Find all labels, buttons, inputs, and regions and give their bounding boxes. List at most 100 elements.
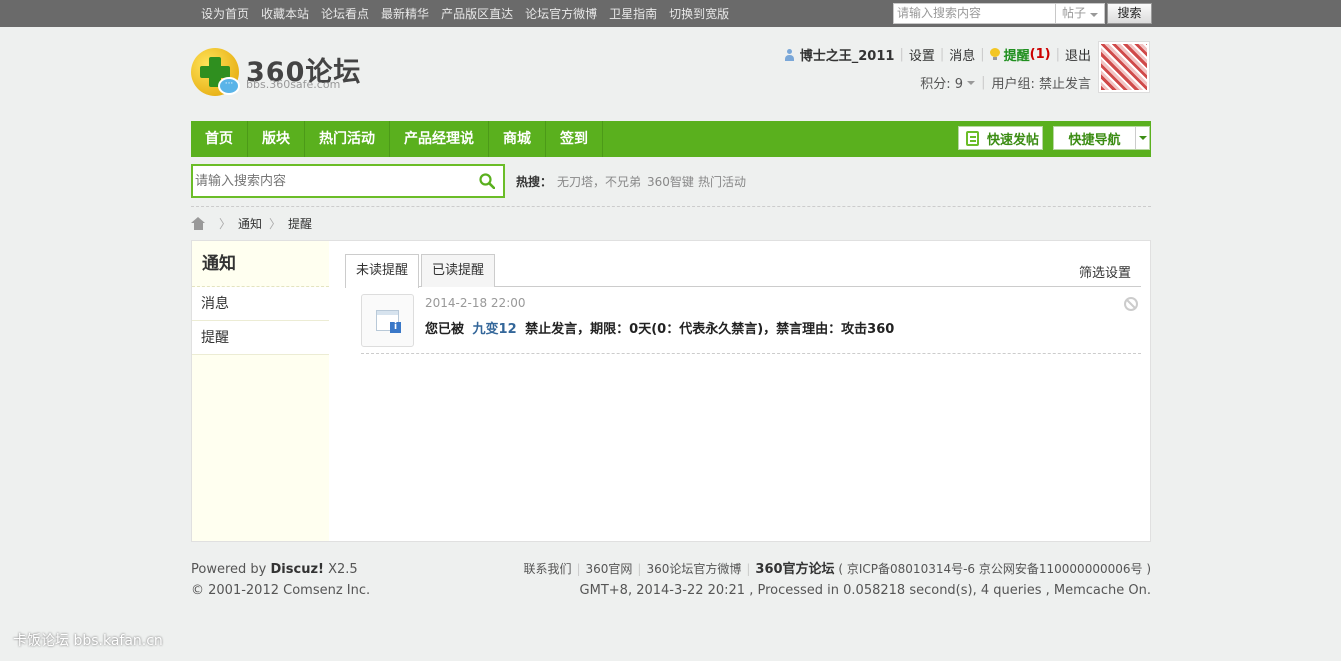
discuz-link[interactable]: Discuz! [271,562,324,577]
remind-link[interactable]: 提醒 [1004,45,1030,64]
search-icon[interactable] [479,173,495,189]
tab-read[interactable]: 已读提醒 [421,254,496,287]
footer-right: 联系我们 | 360官网 | 360论坛官方微博 | 360官方论坛 ( 京ICP备0801… [523,559,1151,601]
filter-settings-link[interactable]: 筛选设置 [1079,262,1131,281]
top-search-input[interactable]: 请输入搜索内容 [893,3,1056,24]
footer-link-contact[interactable]: 联系我们 [523,562,571,576]
home-icon[interactable] [191,217,206,230]
notification-body: 禁止发言，期限：0天(0：代表永久禁言)，禁言理由：攻击360 [525,322,895,337]
footer-link-360-site[interactable]: 360官网 [586,562,633,576]
system-notice-icon [361,294,414,347]
separator: | [939,47,945,62]
nav-item-forums[interactable]: 版块 [248,121,305,157]
notification-item: 2014-2-18 22:00 您已被 九变12 禁止发言，期限：0天(0：代表… [361,294,1141,354]
chevron-right-icon: 〉 [219,217,232,231]
settings-link[interactable]: 设置 [909,45,935,64]
sidebar: 通知 消息 提醒 [192,241,329,541]
breadcrumb-item-notice[interactable]: 通知 [238,215,262,232]
top-search-scope-label: 帖子 [1061,6,1086,20]
divider [191,206,1151,207]
quick-nav-label: 快捷导航 [1068,132,1121,148]
top-bar: 设为首页 收藏本站 论坛看点 最新精华 产品版区直达 论坛官方微博 卫星指南 切… [0,0,1341,27]
top-search: 请输入搜索内容 帖子 搜索 [893,3,1152,24]
top-link-highlights[interactable]: 论坛看点 [321,5,369,22]
quick-nav-button[interactable]: 快捷导航 [1053,126,1150,150]
copyright: © 2001-2012 Comsenz Inc. [191,583,371,598]
separator: | [576,562,581,576]
nav-item-checkin[interactable]: 签到 [546,121,603,157]
top-link-bookmark[interactable]: 收藏本站 [261,5,309,22]
separator: | [1055,47,1060,62]
separator: | [637,562,642,576]
user-group-label: 用户组: 禁止发言 [991,77,1091,92]
search-box [191,164,505,198]
remind-count: (1) [1029,47,1051,62]
ignore-icon[interactable] [1124,297,1138,311]
messages-link[interactable]: 消息 [949,45,975,64]
hot-search: 热搜： 无刀塔，不兄弟 360智键 热门活动 [516,173,748,190]
footer-stats: GMT+8, 2014-3-22 20:21 , Processed in 0.… [579,583,1151,598]
breadcrumb: 〉 通知 〉 提醒 [191,215,312,232]
quick-post-label: 快速发帖 [987,132,1040,148]
footer-icp[interactable]: ( 京ICP备08010314号-6 京公网安备110000000006号 ) [838,562,1151,576]
avatar-image [1101,44,1147,90]
sidebar-title: 通知 [192,241,329,287]
footer-link-weibo[interactable]: 360论坛官方微博 [646,562,741,576]
top-link-set-homepage[interactable]: 设为首页 [201,5,249,22]
hot-search-item[interactable]: 热门活动 [698,173,746,190]
logo-url: bbs.360safe.com [246,78,341,91]
top-link-weibo[interactable]: 论坛官方微博 [525,5,597,22]
notification-prefix: 您已被 [425,322,465,337]
user-stats: 积分: 9 | 用户组: 禁止发言 [920,73,1091,92]
powered-by: Powered by Discuz! X2.5 [191,559,370,580]
site-logo[interactable]: ··· 360论坛 bbs.360safe.com [191,48,391,100]
user-icon [784,48,795,61]
points-label[interactable]: 积分: 9 [920,73,963,92]
footer-site-name[interactable]: 360官方论坛 [755,562,834,577]
breadcrumb-item-remind[interactable]: 提醒 [288,215,312,232]
sidebar-item-messages[interactable]: 消息 [192,287,329,321]
avatar[interactable] [1098,41,1150,93]
hot-search-item[interactable]: 无刀塔，不兄弟 [557,173,641,190]
nav-item-events[interactable]: 热门活动 [305,121,390,157]
notification-text: 您已被 九变12 禁止发言，期限：0天(0：代表永久禁言)，禁言理由：攻击360 [425,318,894,337]
nav-item-store[interactable]: 商城 [489,121,546,157]
separator: | [746,562,751,576]
top-link-satellite-guide[interactable]: 卫星指南 [609,5,657,22]
chevron-right-icon: 〉 [269,217,282,231]
chevron-down-icon[interactable] [1135,127,1149,149]
powered-prefix: Powered by [191,562,267,577]
notification-time: 2014-2-18 22:00 [425,296,526,310]
notification-actor-link[interactable]: 九变12 [473,322,517,337]
tab-bar: 未读提醒 已读提醒 筛选设置 [345,254,1141,288]
compose-icon [966,130,979,146]
lightbulb-icon [989,48,1000,61]
tab-unread[interactable]: 未读提醒 [345,254,420,288]
chevron-down-icon [1090,13,1098,17]
username-link[interactable]: 博士之王_2011 [800,45,895,64]
top-link-wide-mode[interactable]: 切换到宽版 [669,5,729,22]
footer-links: 联系我们 | 360官网 | 360论坛官方微博 | 360官方论坛 ( 京ICP备0801… [523,559,1151,580]
sidebar-item-remind[interactable]: 提醒 [192,321,329,355]
discuz-version: X2.5 [328,562,358,577]
chat-bubble-icon: ··· [218,77,240,95]
nav-item-pm-says[interactable]: 产品经理说 [390,121,489,157]
top-nav: 设为首页 收藏本站 论坛看点 最新精华 产品版区直达 论坛官方微博 卫星指南 切… [201,0,741,27]
search-input[interactable] [193,166,463,196]
user-bar: 博士之王_2011 | 设置 | 消息 | 提醒 (1) | 退出 [784,45,1091,64]
top-search-button[interactable]: 搜索 [1107,3,1152,24]
logout-link[interactable]: 退出 [1065,45,1091,64]
hot-search-item[interactable]: 360智键 [647,173,694,190]
hot-search-label: 热搜： [516,175,553,189]
top-search-scope-select[interactable]: 帖子 [1056,3,1105,24]
top-link-digest[interactable]: 最新精华 [381,5,429,22]
separator: | [981,75,986,90]
notice-panel: 通知 消息 提醒 未读提醒 已读提醒 筛选设置 2014-2-18 22:00 … [191,240,1151,542]
quick-post-button[interactable]: 快速发帖 [958,126,1043,150]
chevron-down-icon[interactable] [967,80,976,85]
watermark: 卡饭论坛 bbs.kafan.cn [13,633,163,649]
top-link-product-forums[interactable]: 产品版区直达 [441,5,513,22]
main-nav: 首页 版块 热门活动 产品经理说 商城 签到 快速发帖 快捷导航 [191,121,1151,157]
nav-item-home[interactable]: 首页 [191,121,248,157]
separator: | [899,47,904,62]
